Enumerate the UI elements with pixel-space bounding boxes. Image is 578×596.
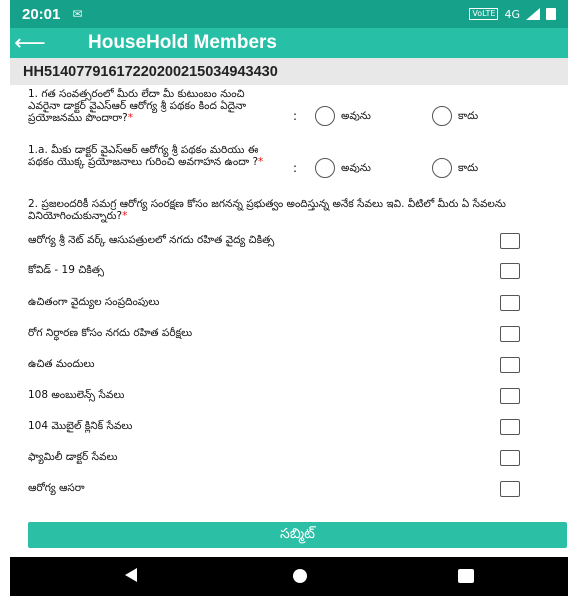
status-bar: 20:01 ✉ VoLTE 4G xyxy=(10,0,568,28)
app-bar: ⟵ HouseHold Members xyxy=(10,28,568,58)
service-checkbox[interactable] xyxy=(500,481,520,497)
radio-q1a-no[interactable]: కాదు xyxy=(432,158,478,178)
message-icon: ✉ xyxy=(72,7,83,21)
service-checkbox[interactable] xyxy=(500,388,520,404)
service-row: ఆరోగ్య శ్రీ నెట్ వర్క్ ఆసుపత్రులలో నగదు … xyxy=(10,226,568,256)
service-label: కోవిడ్ - 19 చికిత్స xyxy=(28,263,104,276)
question-1-label: 1. గత సంవత్సరంలో మీరు లేదా మీ కుటుంబం ను… xyxy=(28,88,246,124)
question-1-text: 1. గత సంవత్సరంలో మీరు లేదా మీ కుటుంబం ను… xyxy=(28,88,268,124)
required-mark: * xyxy=(122,210,128,222)
page-title: HouseHold Members xyxy=(88,32,277,53)
question-1a-text: 1.a. మీకు డాక్టర్ వైఎస్ఆర్ ఆరోగ్య శ్రీ ప… xyxy=(28,144,268,168)
status-time: 20:01 xyxy=(22,5,61,23)
service-label: ఆరోగ్య శ్రీ నెట్ వర్క్ ఆసుపత్రులలో నగదు … xyxy=(28,233,275,246)
network-label: 4G xyxy=(504,7,520,21)
radio-circle[interactable] xyxy=(432,106,452,126)
service-label: ఉచితంగా వైద్యుల సంప్రదింపులు xyxy=(28,295,160,308)
service-label: ఆరోగ్య ఆసరా xyxy=(28,481,85,494)
back-button[interactable]: ⟵ xyxy=(10,28,50,58)
radio-label: అవును xyxy=(341,162,371,174)
radio-circle[interactable] xyxy=(315,106,335,126)
radio-label: కాదు xyxy=(458,110,479,122)
required-mark: * xyxy=(127,112,133,124)
service-row: కోవిడ్ - 19 చికిత్స xyxy=(10,256,568,286)
service-checkbox[interactable] xyxy=(500,233,520,249)
service-row: ఫ్యామిలీ డాక్టర్ సేవలు xyxy=(10,443,568,473)
household-id-bar: HH5140779161722020021503494343​0 xyxy=(10,58,568,85)
service-row: ఆరోగ్య ఆసరా xyxy=(10,474,568,504)
service-row: రోగ నిర్ధారణ కోసం నగదు రహిత పరీక్షలు xyxy=(10,319,568,349)
question-1a-label: 1.a. మీకు డాక్టర్ వైఎస్ఆర్ ఆరోగ్య శ్రీ ప… xyxy=(28,144,259,168)
radio-q1a-yes[interactable]: అవును xyxy=(315,158,371,178)
service-row: 104 మొబైల్ క్లినిక్ సేవలు xyxy=(10,412,568,442)
service-checkbox[interactable] xyxy=(500,357,520,373)
service-label: 104 మొబైల్ క్లినిక్ సేవలు xyxy=(28,419,133,432)
service-checkbox[interactable] xyxy=(500,450,520,466)
radio-q1-yes[interactable]: అవును xyxy=(315,106,371,126)
service-checkbox[interactable] xyxy=(500,419,520,435)
question-1a: 1.a. మీకు డాక్టర్ వైఎస్ఆర్ ఆరోగ్య శ్రీ ప… xyxy=(10,144,568,194)
service-label: ఉచిత మందులు xyxy=(28,357,95,370)
radio-label: కాదు xyxy=(458,162,479,174)
required-mark: * xyxy=(258,156,264,168)
question-1: 1. గత సంవత్సరంలో మీరు లేదా మీ కుటుంబం ను… xyxy=(10,88,568,138)
household-id: HH5140779161722020021503494343​0 xyxy=(23,63,278,80)
question-2-label: 2. ప్రజలందరికీ సమగ్ర ఆరోగ్య సంరక్షణ కోసం… xyxy=(28,198,506,222)
arrow-left-icon: ⟵ xyxy=(14,30,46,56)
service-row: 108 అంబులెన్స్ సేవలు xyxy=(10,381,568,411)
navigation-bar xyxy=(10,557,568,596)
nav-recent-icon[interactable] xyxy=(458,569,474,583)
battery-icon xyxy=(546,8,556,20)
service-label: ఫ్యామిలీ డాక్టర్ సేవలు xyxy=(28,450,118,463)
volte-icon: VoLTE xyxy=(469,8,499,20)
radio-circle[interactable] xyxy=(432,158,452,178)
service-label: రోగ నిర్ధారణ కోసం నగదు రహిత పరీక్షలు xyxy=(28,326,193,339)
question-2: 2. ప్రజలందరికీ సమగ్ర ఆరోగ్య సంరక్షణ కోసం… xyxy=(28,198,558,222)
submit-label: సబ్మిట్ xyxy=(280,525,315,542)
service-row: ఉచిత మందులు xyxy=(10,350,568,380)
service-checkbox[interactable] xyxy=(500,263,520,279)
question-colon: : xyxy=(293,109,298,123)
submit-button[interactable]: సబ్మిట్ xyxy=(28,522,567,548)
signal-icon xyxy=(526,8,540,20)
service-checkbox[interactable] xyxy=(500,295,520,311)
service-label: 108 అంబులెన్స్ సేవలు xyxy=(28,388,125,401)
question-colon: : xyxy=(293,161,298,175)
service-row: ఉచితంగా వైద్యుల సంప్రదింపులు xyxy=(10,288,568,318)
service-checkbox[interactable] xyxy=(500,326,520,342)
status-icons: VoLTE 4G xyxy=(469,8,556,21)
radio-label: అవును xyxy=(341,110,371,122)
nav-back-icon[interactable] xyxy=(125,568,137,582)
radio-circle[interactable] xyxy=(315,158,335,178)
nav-home-icon[interactable] xyxy=(293,569,307,583)
radio-q1-no[interactable]: కాదు xyxy=(432,106,478,126)
